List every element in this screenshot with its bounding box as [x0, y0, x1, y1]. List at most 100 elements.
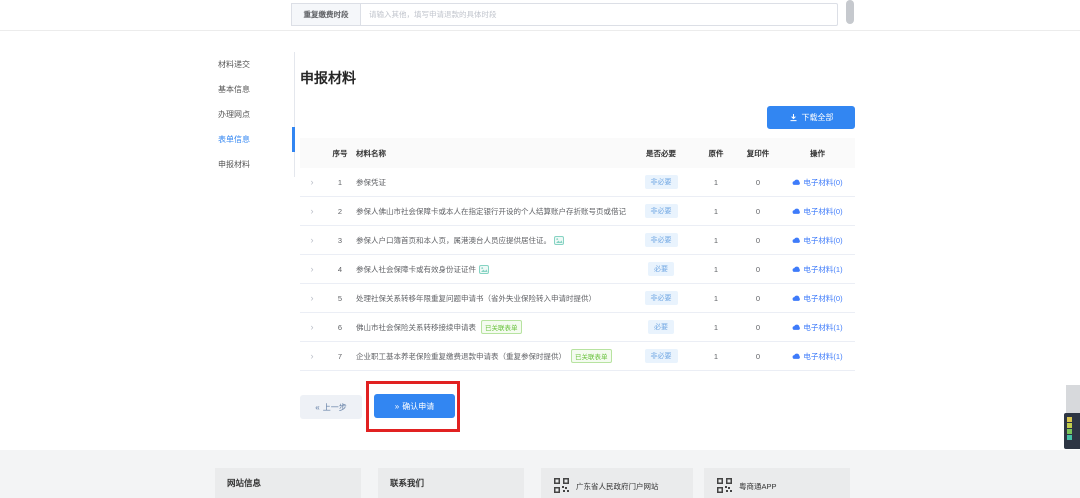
- qr-code-icon: [554, 478, 569, 493]
- required-cell: 非必要: [626, 175, 696, 189]
- original-count: 1: [713, 322, 719, 332]
- electronic-material-link[interactable]: 电子材料(1): [792, 351, 843, 362]
- sidebar-item-service-outlet[interactable]: 办理网点: [218, 102, 292, 127]
- cloud-download-icon: [792, 237, 801, 243]
- expand-chevron-icon[interactable]: ›: [300, 236, 324, 245]
- widget-color-square: [1067, 423, 1072, 428]
- row-number: 4: [337, 264, 343, 274]
- required-badge: 非必要: [644, 291, 678, 305]
- expand-chevron-icon[interactable]: ›: [300, 352, 324, 361]
- floating-toolbar-widget[interactable]: [1064, 413, 1080, 449]
- sidebar-item-basic-info[interactable]: 基本信息: [218, 77, 292, 102]
- footer-site-info-link[interactable]: 网站信息: [227, 477, 261, 489]
- expand-chevron-icon[interactable]: ›: [300, 207, 324, 216]
- cloud-download-icon: [792, 295, 801, 301]
- table-row: › 3 参保人户口簿首页和本人页，属港澳台人员应提供居住证。 非必要 1 0 电子材料(0): [300, 226, 855, 255]
- header-copy: 复印件: [746, 148, 770, 158]
- footer-yueshangtong-app-label: 粤商通APP: [739, 482, 777, 491]
- page: 重复缴费时段 材料递交 基本信息 办理网点 表单信息 申报材料 申报材料 下载全…: [0, 0, 1080, 498]
- original-count: 1: [713, 206, 719, 216]
- action-cell: 电子材料(0): [780, 235, 855, 246]
- previous-step-button[interactable]: « 上一步: [300, 395, 362, 419]
- table-row: › 5 处理社保关系转移年限重复问题申请书（省外失业保险转入申请时提供） 非必要 1 0 电…: [300, 284, 855, 313]
- material-name: 佛山市社会保险关系转移接续申请表 已关联表单: [356, 320, 626, 334]
- expand-chevron-icon[interactable]: ›: [300, 294, 324, 303]
- header-material-name: 材料名称: [356, 148, 386, 158]
- repeat-payment-period-input[interactable]: [360, 3, 838, 26]
- sidebar-item-material-submission[interactable]: 材料递交: [218, 52, 292, 77]
- download-all-button[interactable]: 下载全部: [767, 106, 855, 129]
- scrollbar-thumb[interactable]: [846, 0, 854, 24]
- electronic-material-link[interactable]: 电子材料(0): [792, 206, 843, 217]
- step-sidebar: 材料递交 基本信息 办理网点 表单信息 申报材料: [218, 52, 292, 177]
- material-name: 参保人佛山市社会保障卡或本人在指定银行开设的个人结算账户存折账号页或借记卡: [356, 206, 626, 217]
- material-name: 参保凭证: [356, 177, 386, 187]
- electronic-material-link[interactable]: 电子材料(1): [792, 322, 843, 333]
- required-badge: 非必要: [644, 204, 678, 218]
- electronic-material-link[interactable]: 电子材料(1): [792, 264, 843, 275]
- header-seq: 序号: [332, 148, 348, 158]
- required-badge: 非必要: [644, 233, 678, 247]
- widget-color-square: [1067, 417, 1072, 422]
- previous-step-label: 上一步: [322, 402, 347, 412]
- sidebar-item-declared-materials[interactable]: 申报材料: [218, 152, 292, 177]
- table-header-row: 序号 材料名称 是否必要 原件 复印件 操作: [300, 138, 855, 168]
- required-cell: 必要: [626, 320, 696, 334]
- action-cell: 电子材料(1): [780, 351, 855, 362]
- linked-form-tag: 已关联表单: [571, 349, 612, 363]
- cloud-download-icon: [792, 266, 801, 272]
- sidebar-item-form-info[interactable]: 表单信息: [218, 127, 292, 152]
- footer-contact-us-link[interactable]: 联系我们: [390, 477, 424, 489]
- qr-code-icon: [717, 478, 732, 493]
- material-name: 参保人社会保障卡或有效身份证证件: [356, 264, 626, 275]
- required-cell: 非必要: [626, 233, 696, 247]
- table-row: › 4 参保人社会保障卡或有效身份证证件 必要 1 0 电子材料(1): [300, 255, 855, 284]
- footer-site-info-block: 网站信息: [215, 468, 361, 498]
- row-number: 2: [337, 206, 343, 216]
- action-cell: 电子材料(0): [780, 206, 855, 217]
- original-count: 1: [713, 351, 719, 361]
- download-icon: [790, 114, 796, 122]
- table-row: › 1 参保凭证 非必要 1 0 电子材料(0): [300, 168, 855, 197]
- material-name: 处理社保关系转移年限重复问题申请书（省外失业保险转入申请时提供）: [356, 293, 596, 303]
- original-count: 1: [713, 177, 719, 187]
- row-number: 1: [337, 177, 343, 187]
- row-number: 7: [337, 351, 343, 361]
- materials-table: 序号 材料名称 是否必要 原件 复印件 操作 › 1 参保凭证 非必要 1 0 电子材料(0…: [300, 138, 855, 371]
- copy-count: 0: [755, 264, 761, 274]
- required-badge: 非必要: [644, 175, 678, 189]
- confirm-application-label: 确认申请: [402, 401, 435, 411]
- sidebar-divider: [294, 52, 295, 177]
- materials-table-body: › 1 参保凭证 非必要 1 0 电子材料(0) › 2 参保人佛山市社会保障卡或本人在指定银行开…: [300, 168, 855, 371]
- repeat-payment-period-label: 重复缴费时段: [291, 3, 360, 26]
- cloud-download-icon: [792, 179, 801, 185]
- electronic-material-link[interactable]: 电子材料(0): [792, 177, 843, 188]
- required-cell: 非必要: [626, 349, 696, 363]
- expand-chevron-icon[interactable]: ›: [300, 178, 324, 187]
- double-chevron-right-icon: »: [394, 401, 400, 411]
- footer-gov-portal-block[interactable]: 广东省人民政府门户网站: [541, 468, 693, 498]
- footer-yueshangtong-app-block[interactable]: 粤商通APP: [704, 468, 850, 498]
- linked-form-tag: 已关联表单: [481, 320, 522, 334]
- row-number: 3: [337, 235, 343, 245]
- electronic-material-link[interactable]: 电子材料(0): [792, 293, 843, 304]
- expand-chevron-icon[interactable]: ›: [300, 323, 324, 332]
- sidebar-active-indicator: [292, 127, 295, 152]
- vertical-scrollbar[interactable]: [1066, 385, 1080, 413]
- required-badge: 必要: [648, 262, 674, 276]
- sample-image-icon: [554, 235, 564, 245]
- expand-chevron-icon[interactable]: ›: [300, 265, 324, 274]
- copy-count: 0: [755, 206, 761, 216]
- action-cell: 电子材料(1): [780, 264, 855, 275]
- confirm-application-button[interactable]: » 确认申请: [374, 394, 455, 418]
- footer-gov-portal-label: 广东省人民政府门户网站: [576, 482, 659, 491]
- cloud-download-icon: [792, 353, 801, 359]
- section-divider: [0, 30, 1080, 31]
- footer: 网站信息 联系我们 广东省人民政府门户网站 粤商通APP: [0, 450, 1080, 498]
- footer-contact-us-block: 联系我们: [378, 468, 524, 498]
- copy-count: 0: [755, 177, 761, 187]
- table-row: › 2 参保人佛山市社会保障卡或本人在指定银行开设的个人结算账户存折账号页或借记卡 非…: [300, 197, 855, 226]
- widget-color-square: [1067, 435, 1072, 440]
- sample-image-icon: [479, 264, 489, 274]
- electronic-material-link[interactable]: 电子材料(0): [792, 235, 843, 246]
